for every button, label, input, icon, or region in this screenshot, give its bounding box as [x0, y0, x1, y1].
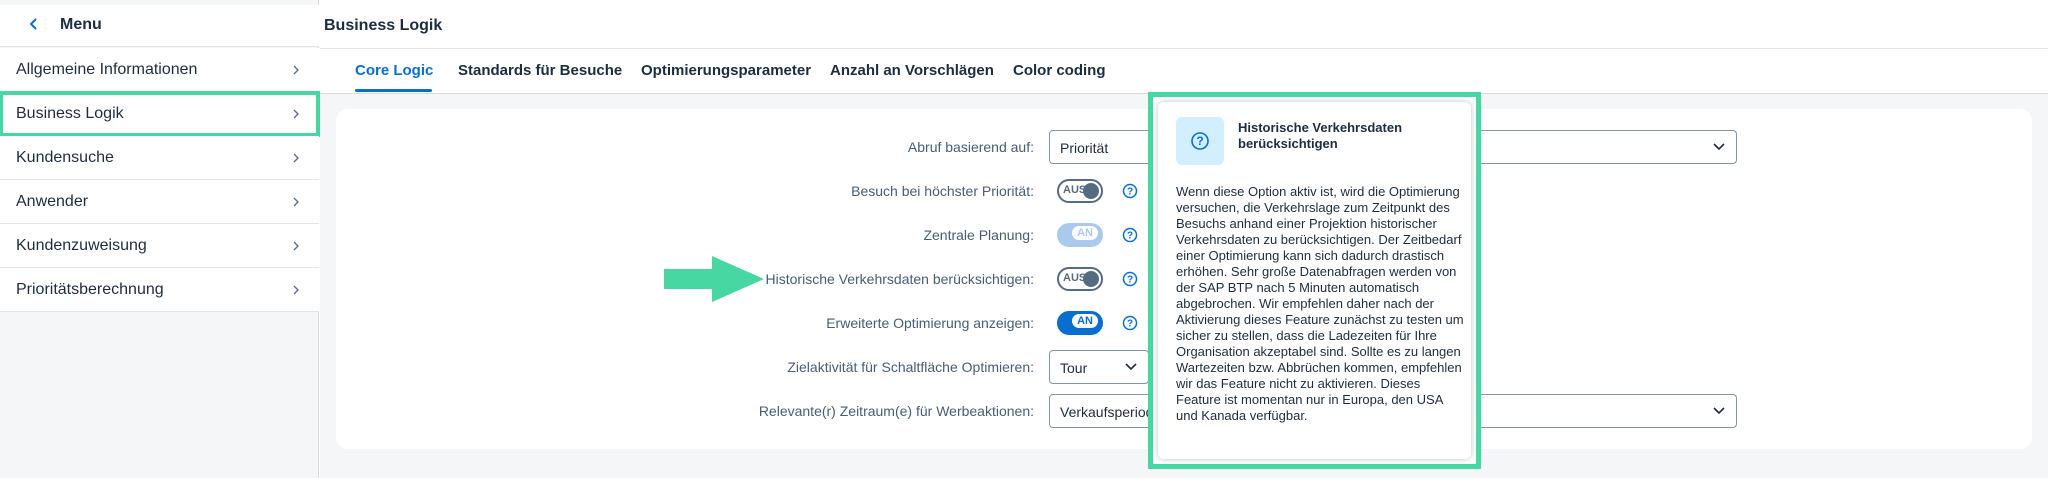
popover-highlight-frame: ? Historische Verkehrsdaten berücksichti…	[1148, 92, 1481, 469]
annotation-arrow-icon	[664, 256, 764, 302]
besuch-toggle[interactable]: AUS	[1057, 179, 1103, 203]
sidebar-item-label: Kundenzuweisung	[16, 237, 147, 254]
help-icon[interactable]: ?	[1122, 315, 1138, 331]
chevron-right-icon	[293, 65, 299, 75]
svg-text:?: ?	[1127, 319, 1133, 330]
zeitraum-label: Relevante(r) Zeitraum(e) für Werbeaktion…	[758, 403, 1034, 419]
zielaktivitaet-value: Tour	[1060, 360, 1088, 376]
svg-text:?: ?	[1196, 134, 1203, 148]
tab-standards-fuer-besuche[interactable]: Standards für Besuche	[458, 62, 622, 79]
sidebar-item-label: Prioritätsberechnung	[16, 281, 164, 298]
sidebar-item-label: Business Logik	[16, 105, 124, 122]
sidebar-item-kundensuche[interactable]: Kundensuche	[0, 136, 319, 180]
tab-anzahl-an-vorschlaegen[interactable]: Anzahl an Vorschlägen	[830, 62, 994, 79]
sidebar-item-label: Allgemeine Informationen	[16, 61, 198, 78]
chevron-right-icon	[293, 109, 299, 119]
toggle-state: AN	[1072, 226, 1098, 240]
question-icon: ?	[1191, 132, 1209, 150]
zentrale-toggle[interactable]: AN	[1057, 223, 1103, 247]
sidebar-item-prioritaetsberechnung[interactable]: Prioritätsberechnung	[0, 268, 319, 312]
zielaktivitaet-select[interactable]: Tour	[1049, 350, 1149, 384]
tab-core-logic[interactable]: Core Logic	[355, 62, 433, 79]
main-header: Business Logik	[320, 5, 2048, 49]
zielaktivitaet-label: Zielaktivität für Schaltfläche Optimiere…	[787, 359, 1034, 375]
zentrale-label: Zentrale Planung:	[923, 227, 1034, 243]
zeitraum-value: Verkaufsperiode	[1060, 404, 1162, 420]
chevron-down-icon	[1125, 363, 1137, 371]
active-tab-indicator	[355, 89, 432, 92]
chevron-down-icon	[1713, 143, 1725, 151]
help-icon[interactable]: ?	[1122, 271, 1138, 287]
svg-text:?: ?	[1127, 231, 1133, 242]
svg-text:?: ?	[1127, 275, 1133, 286]
back-chevron-icon[interactable]	[26, 16, 42, 32]
sidebar-header: Menu	[0, 5, 319, 47]
chevron-down-icon	[1713, 407, 1725, 415]
abruf-value: Priorität	[1060, 140, 1109, 156]
chevron-right-icon	[293, 285, 299, 295]
chevron-right-icon	[293, 241, 299, 251]
svg-text:?: ?	[1127, 187, 1133, 198]
help-icon[interactable]: ?	[1122, 183, 1138, 199]
popover-body: Wenn diese Option aktiv ist, wird die Op…	[1176, 184, 1464, 423]
sidebar-item-kundenzuweisung[interactable]: Kundenzuweisung	[0, 224, 319, 268]
tab-color-coding[interactable]: Color coding	[1013, 62, 1106, 79]
sidebar-title: Menu	[60, 16, 102, 33]
sidebar-item-allgemeine-informationen[interactable]: Allgemeine Informationen	[0, 48, 319, 92]
historische-label: Historische Verkehrsdaten berücksichtige…	[765, 271, 1034, 287]
popover-title: Historische Verkehrsdaten berücksichtige…	[1238, 120, 1403, 151]
besuch-label: Besuch bei höchster Priorität:	[851, 183, 1034, 199]
page-title: Business Logik	[324, 17, 443, 34]
sidebar-item-business-logik[interactable]: Business Logik	[0, 91, 320, 137]
popover-icon-box: ?	[1176, 117, 1224, 165]
sidebar: Menu Allgemeine Informationen Business L…	[0, 0, 320, 478]
tab-optimierungsparameter[interactable]: Optimierungsparameter	[641, 62, 811, 79]
toggle-knob	[1083, 271, 1099, 287]
abruf-label: Abruf basierend auf:	[907, 139, 1034, 155]
toggle-state: AN	[1072, 314, 1098, 328]
chevron-right-icon	[293, 153, 299, 163]
historische-toggle[interactable]: AUS	[1057, 267, 1103, 291]
sidebar-item-anwender[interactable]: Anwender	[0, 180, 319, 224]
help-icon[interactable]: ?	[1122, 227, 1138, 243]
sidebar-item-label: Kundensuche	[16, 149, 114, 166]
help-popover: ? Historische Verkehrsdaten berücksichti…	[1158, 102, 1471, 459]
tab-bar: Core Logic Standards für Besuche Optimie…	[320, 49, 2048, 94]
sidebar-item-label: Anwender	[16, 193, 89, 210]
erweiterte-label: Erweiterte Optimierung anzeigen:	[826, 315, 1034, 331]
erweiterte-toggle[interactable]: AN	[1057, 311, 1103, 335]
sidebar-list: Allgemeine Informationen Business Logik …	[0, 48, 320, 312]
chevron-right-icon	[293, 197, 299, 207]
toggle-knob	[1083, 183, 1099, 199]
